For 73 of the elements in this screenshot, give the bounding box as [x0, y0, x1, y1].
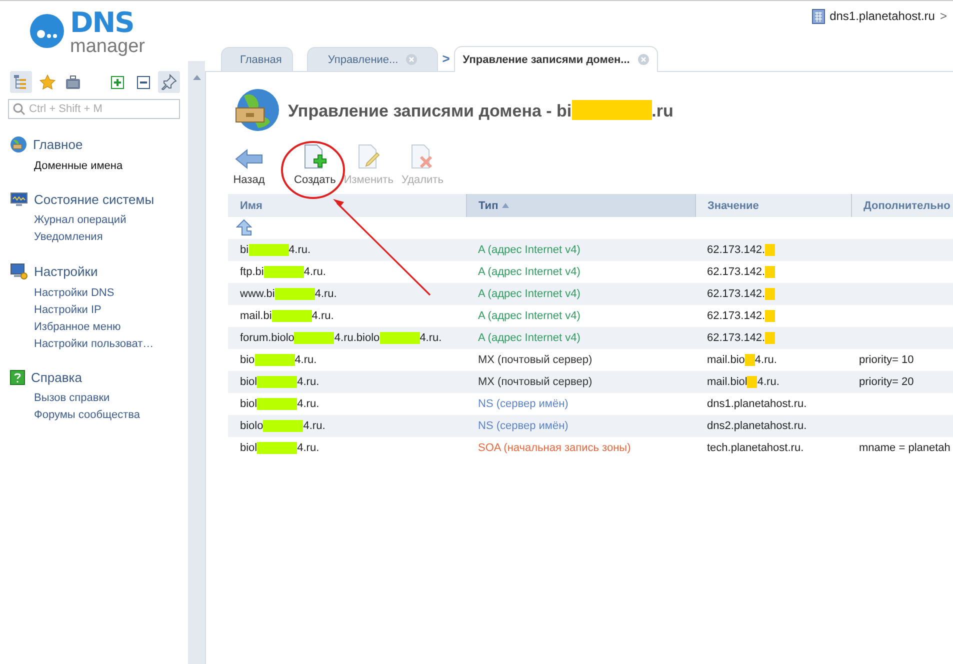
- menu-group-title[interactable]: Справка: [31, 370, 82, 385]
- computer-gear-icon: [10, 263, 28, 280]
- server-link[interactable]: dns1.planetahost.ru: [830, 9, 935, 23]
- record-name[interactable]: mail.bi 4.ru.: [240, 310, 334, 322]
- column-header[interactable]: Имя: [228, 194, 466, 217]
- menu-item[interactable]: Настройки DNS: [34, 285, 114, 302]
- tab[interactable]: Управление записями домен...: [454, 46, 658, 72]
- menu-item[interactable]: Уведомления: [34, 229, 103, 246]
- briefcase-icon[interactable]: [65, 74, 81, 90]
- record-value: 62.173.142.: [707, 310, 776, 322]
- search-icon: [13, 103, 25, 115]
- globe-icon: [10, 136, 27, 153]
- logo-subtitle: manager: [70, 37, 145, 56]
- menu-group-title[interactable]: Настройки: [34, 264, 98, 279]
- breadcrumb-arrow: >: [442, 51, 450, 66]
- page-title: Управление записями домена - bi .ru: [288, 100, 674, 122]
- new-document-icon: [302, 144, 327, 170]
- record-type: A (адрес Internet v4): [478, 310, 580, 322]
- record-value: 62.173.142.: [707, 288, 776, 300]
- menu-item[interactable]: Доменные имена: [34, 158, 123, 175]
- back-button[interactable]: Назад: [228, 148, 270, 186]
- record-value: dns1.planetahost.ru.: [707, 398, 807, 410]
- record-type: A (адрес Internet v4): [478, 244, 580, 256]
- delete-document-icon: [410, 144, 434, 170]
- record-type: A (адрес Internet v4): [478, 332, 580, 344]
- up-level-icon[interactable]: [236, 219, 252, 236]
- record-type: SOA (начальная запись зоны): [478, 442, 631, 454]
- record-type: NS (сервер имён): [478, 420, 568, 432]
- record-value: 62.173.142.: [707, 244, 776, 256]
- record-value: mail.bio 4.ru.: [707, 354, 777, 366]
- record-type: A (адрес Internet v4): [478, 288, 580, 300]
- tab[interactable]: Главная: [221, 47, 293, 71]
- record-extra: priority= 20: [859, 376, 914, 388]
- calculator-icon: [812, 9, 825, 24]
- column-header[interactable]: Дополнительно: [851, 194, 953, 217]
- pin-icon[interactable]: [161, 74, 177, 90]
- record-value: dns2.planetahost.ru.: [707, 420, 807, 432]
- record-type: MX (почтовый сервер): [478, 376, 592, 388]
- tree-icon[interactable]: [13, 74, 29, 90]
- record-value: 62.173.142.: [707, 332, 776, 344]
- edit-document-icon: [356, 144, 381, 170]
- record-name[interactable]: ftp.bi 4.ru.: [240, 266, 326, 278]
- menu-item[interactable]: Журнал операций: [34, 212, 126, 229]
- column-header[interactable]: Тип: [466, 194, 695, 217]
- menu-group-title[interactable]: Состояние системы: [34, 192, 154, 207]
- record-value: tech.planetahost.ru.: [707, 442, 804, 454]
- create-button[interactable]: Создать: [290, 144, 340, 186]
- menu-item[interactable]: Настройки IP: [34, 302, 102, 319]
- logo-icon: [30, 14, 64, 48]
- menu-group-title[interactable]: Главное: [33, 137, 83, 152]
- record-type: MX (почтовый сервер): [478, 354, 592, 366]
- record-type: NS (сервер имён): [478, 398, 568, 410]
- menu-item[interactable]: Вызов справки: [34, 390, 110, 407]
- logo-title: DNS: [70, 6, 135, 39]
- monitor-icon: [10, 192, 28, 207]
- star-icon[interactable]: [38, 74, 56, 90]
- collapse-icon[interactable]: [136, 76, 150, 88]
- scroll-up-icon[interactable]: [192, 75, 200, 80]
- record-value: 62.173.142.: [707, 266, 776, 278]
- tab[interactable]: Управление...: [306, 47, 438, 71]
- record-type: A (адрес Internet v4): [478, 266, 580, 278]
- menu-item[interactable]: Настройки пользоват…: [34, 336, 154, 353]
- record-extra: priority= 10: [859, 354, 914, 366]
- menu-item[interactable]: Форумы сообщества: [34, 407, 140, 424]
- record-value: mail.biol 4.ru.: [707, 376, 780, 388]
- back-arrow-icon: [234, 148, 264, 170]
- record-extra: mname = planetah: [859, 442, 950, 454]
- help-icon: [10, 370, 25, 385]
- menu-item[interactable]: Избранное меню: [34, 319, 121, 336]
- search-field[interactable]: Ctrl + Shift + M: [8, 99, 180, 119]
- expand-icon[interactable]: [110, 76, 124, 88]
- column-header[interactable]: Значение: [695, 194, 851, 217]
- server-arrow[interactable]: >: [940, 9, 947, 23]
